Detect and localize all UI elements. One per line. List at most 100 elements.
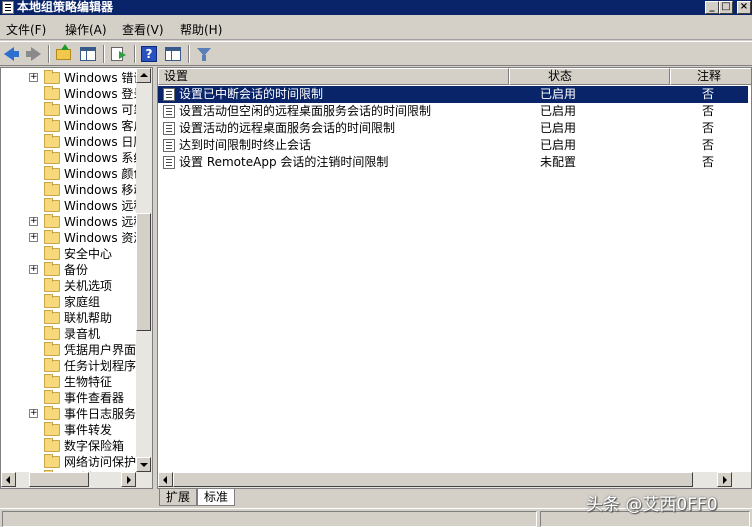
folder-icon: [44, 294, 60, 308]
toolbar-separator: [103, 45, 105, 63]
tree-horizontal-scrollbar[interactable]: [1, 472, 152, 488]
tree-item[interactable]: 录音机: [1, 326, 152, 342]
tree-item[interactable]: + 备份: [1, 262, 152, 278]
tree-item[interactable]: Windows 可靠性分析: [1, 102, 152, 118]
folder-icon: [44, 374, 60, 388]
expand-icon[interactable]: +: [29, 409, 38, 418]
console-tree[interactable]: +Windows 错误报告Windows 登录选项Windows 可靠性分析Wi…: [0, 67, 153, 489]
policy-name: 设置已中断会话的时间限制: [179, 86, 324, 103]
policy-name: 达到时间限制时终止会话: [179, 138, 312, 152]
tree-item[interactable]: +Windows 远程桌面: [1, 214, 152, 230]
tree-item[interactable]: 联机帮助: [1, 310, 152, 326]
menu-file[interactable]: 文件(F): [6, 21, 46, 38]
maximize-button[interactable]: □: [719, 1, 733, 14]
expand-icon[interactable]: +: [29, 265, 38, 274]
list-scroll-left-button[interactable]: [158, 472, 173, 487]
policy-row[interactable]: 设置已中断会话的时间限制 已启用 否: [158, 86, 748, 103]
expand-icon[interactable]: +: [29, 217, 38, 226]
list-hscroll-thumb[interactable]: [173, 472, 693, 487]
column-header-comment[interactable]: 注释: [670, 68, 751, 85]
list-header: 设置 状态 注释: [158, 68, 751, 85]
tree-hscroll-thumb[interactable]: [29, 472, 89, 487]
close-button[interactable]: ×: [737, 1, 751, 14]
tab-standard[interactable]: 标准: [197, 489, 236, 506]
tree-scroll-up-button[interactable]: [136, 68, 151, 83]
tree-item[interactable]: 凭据用户界面: [1, 342, 152, 358]
menu-view[interactable]: 查看(V): [122, 21, 164, 38]
filter-icon[interactable]: [195, 45, 213, 63]
tree-item[interactable]: Windows 登录选项: [1, 86, 152, 102]
policy-note: 否: [702, 155, 715, 169]
minimize-button[interactable]: _: [705, 1, 719, 14]
tree-item[interactable]: 安全中心: [1, 246, 152, 262]
column-header-state[interactable]: 状态: [509, 68, 670, 85]
policy-state: 已启用: [540, 121, 577, 135]
tree-item-label: 关机选项: [64, 279, 113, 293]
policy-state: 已启用: [540, 104, 577, 118]
folder-icon: [44, 230, 60, 244]
tree-scroll-left-button[interactable]: [1, 472, 16, 487]
tree-item-label: 家庭组: [64, 295, 101, 309]
tree-item[interactable]: +Windows 资源管理器: [1, 230, 152, 246]
tree-item[interactable]: 事件查看器: [1, 390, 152, 406]
menu-action[interactable]: 操作(A): [65, 21, 107, 38]
folder-icon: [44, 166, 60, 180]
policy-row[interactable]: 设置 RemoteApp 会话的注销时间限制 未配置 否: [158, 154, 751, 171]
tree-scroll-right-button[interactable]: [121, 472, 136, 487]
export-list-icon[interactable]: [110, 45, 128, 63]
list-horizontal-scrollbar[interactable]: [158, 472, 751, 488]
column-header-setting[interactable]: 设置: [158, 68, 509, 85]
policy-note: 否: [702, 104, 715, 118]
tree-scroll-down-button[interactable]: [136, 457, 151, 472]
expand-icon[interactable]: +: [29, 233, 38, 242]
tree-item[interactable]: 数字保险箱: [1, 438, 152, 454]
folder-icon: [44, 118, 60, 132]
tree-item[interactable]: + 事件日志服务: [1, 406, 152, 422]
policy-name: 设置活动但空闲的远程桌面服务会话的时间限制: [179, 104, 432, 118]
folder-icon: [44, 422, 60, 436]
policy-setting-icon: [163, 122, 175, 135]
forward-icon[interactable]: [24, 45, 42, 63]
tree-item[interactable]: 关机选项: [1, 278, 152, 294]
tree-item[interactable]: Windows 日历: [1, 134, 152, 150]
tree-item[interactable]: +Windows 错误报告: [1, 70, 152, 86]
tree-item-label: Windows 日历: [64, 135, 146, 149]
properties-icon[interactable]: [164, 45, 182, 63]
menu-help[interactable]: 帮助(H): [180, 21, 222, 38]
tree-item[interactable]: 网络访问保护: [1, 454, 152, 470]
tree-item[interactable]: Windows 颜色系统: [1, 166, 152, 182]
expand-icon[interactable]: +: [29, 73, 38, 82]
tree-item[interactable]: Windows 客户体验改善计划: [1, 118, 152, 134]
tree-item[interactable]: 任务计划程序: [1, 358, 152, 374]
tree-scroll-thumb[interactable]: [136, 213, 151, 331]
tree-item-label: 录音机: [64, 327, 101, 341]
show-hide-console-tree-icon[interactable]: [79, 45, 97, 63]
back-icon[interactable]: [2, 45, 20, 63]
help-icon[interactable]: ?: [140, 45, 158, 63]
folder-icon: [44, 182, 60, 196]
tree-item[interactable]: Windows 系统资源管理器: [1, 150, 152, 166]
settings-list[interactable]: 设置 状态 注释 设置已中断会话的时间限制 已启用否设置活动但空闲的远程桌面服务会…: [157, 67, 752, 489]
menu-bar: 文件(F) 操作(A) 查看(V) 帮助(H): [0, 15, 752, 40]
folder-icon: [44, 406, 60, 420]
tree-item[interactable]: 事件转发: [1, 422, 152, 438]
tree-vertical-scrollbar[interactable]: [136, 68, 152, 472]
tree-item[interactable]: 家庭组: [1, 294, 152, 310]
tree-item[interactable]: Windows 移动中心: [1, 182, 152, 198]
folder-icon: [44, 390, 60, 404]
tree-item[interactable]: Windows 远程管理: [1, 198, 152, 214]
tree-item-label: 事件日志服务: [64, 407, 137, 421]
policy-note: 否: [702, 138, 715, 152]
watermark: 头条 @艾西0FF0: [586, 495, 718, 515]
up-folder-icon[interactable]: [55, 44, 73, 63]
policy-row[interactable]: 设置活动但空闲的远程桌面服务会话的时间限制 已启用 否: [158, 103, 751, 120]
list-scroll-right-button[interactable]: [717, 472, 732, 487]
policy-row[interactable]: 达到时间限制时终止会话 已启用 否: [158, 137, 751, 154]
tree-item-label: 事件转发: [64, 423, 113, 437]
tree-item[interactable]: 生物特征: [1, 374, 152, 390]
folder-icon: [44, 198, 60, 212]
policy-row[interactable]: 设置活动的远程桌面服务会话的时间限制 已启用 否: [158, 120, 751, 137]
gpedit-app-icon: [2, 1, 14, 14]
tab-extended[interactable]: 扩展: [159, 489, 198, 506]
folder-icon: [44, 102, 60, 116]
